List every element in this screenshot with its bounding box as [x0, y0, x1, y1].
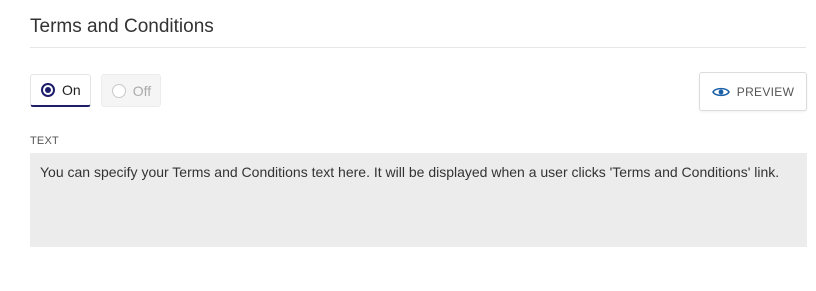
terms-text-area[interactable]: You can specify your Terms and Condition…	[30, 153, 807, 247]
title-divider	[30, 47, 806, 48]
text-field-label: TEXT	[30, 135, 59, 147]
toggle-on-option[interactable]: On	[30, 74, 91, 107]
toggle-off-label: Off	[132, 82, 152, 99]
toggle-off-option[interactable]: Off	[100, 74, 162, 107]
preview-button-label: PREVIEW	[736, 84, 795, 99]
on-off-toggle: On Off	[30, 74, 162, 107]
section-title: Terms and Conditions	[30, 16, 214, 37]
eye-icon	[711, 86, 730, 98]
radio-selected-icon	[41, 83, 55, 97]
toggle-on-label: On	[62, 82, 81, 98]
preview-button[interactable]: PREVIEW	[699, 72, 807, 111]
radio-unselected-icon	[111, 83, 126, 98]
